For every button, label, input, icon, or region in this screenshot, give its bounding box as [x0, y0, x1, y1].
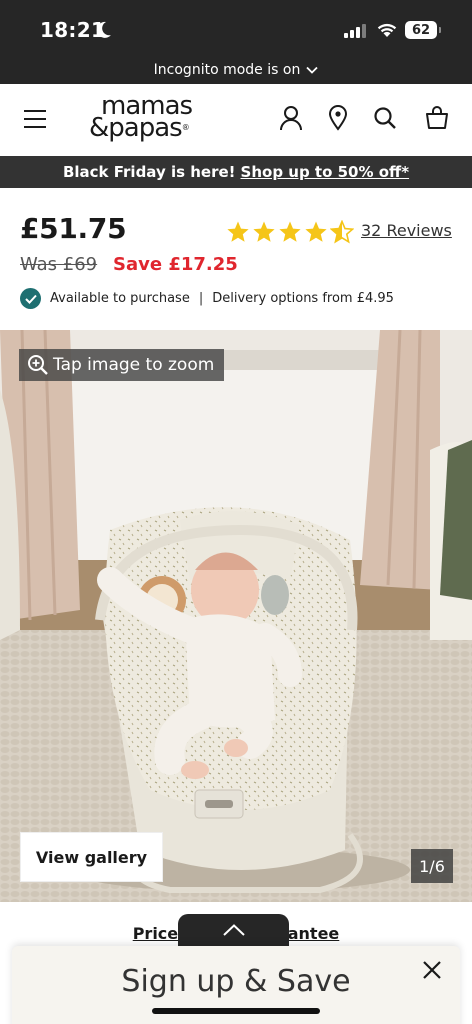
chevron-up-icon — [222, 924, 245, 936]
was-price: Was £69 — [20, 254, 98, 275]
product-price: £51.75 — [20, 212, 127, 245]
zoom-hint-label: Tap image to zoom — [53, 355, 215, 375]
half-star-icon — [330, 220, 354, 244]
baby-bouncer-photo — [0, 330, 472, 902]
promo-link[interactable]: Shop up to 50% off* — [241, 163, 410, 181]
star-icon — [279, 221, 301, 242]
star-icon — [253, 221, 275, 242]
check-circle-icon — [20, 288, 41, 309]
hamburger-menu-icon[interactable] — [24, 110, 46, 128]
divider: | — [198, 291, 204, 306]
zoom-hint[interactable]: Tap image to zoom — [19, 349, 224, 381]
availability-text: Available to purchase — [50, 291, 190, 306]
search-icon[interactable] — [371, 104, 399, 132]
view-gallery-button[interactable]: View gallery — [20, 832, 163, 882]
zoom-in-icon — [28, 355, 48, 375]
logo-line-2: &papas® — [89, 113, 190, 143]
battery-indicator: 62 — [405, 21, 441, 39]
basket-icon[interactable] — [423, 104, 451, 132]
star-icon — [305, 221, 327, 242]
site-header: mamas &papas® — [0, 84, 472, 156]
star-rating[interactable] — [226, 220, 354, 244]
product-page: 18:21 62 Incognito mode is on mamas &pap… — [0, 0, 472, 1024]
close-icon[interactable] — [420, 958, 444, 982]
chevron-down-icon — [306, 66, 318, 74]
account-icon[interactable] — [277, 104, 305, 132]
incognito-banner[interactable]: Incognito mode is on — [0, 56, 472, 84]
brand-logo[interactable]: mamas &papas® — [89, 90, 215, 150]
product-image[interactable]: Tap image to zoom View gallery 1/6 — [0, 330, 472, 902]
promo-banner: Black Friday is here! Shop up to 50% off… — [0, 156, 472, 188]
incognito-label: Incognito mode is on — [153, 62, 301, 78]
moon-icon — [96, 21, 111, 38]
reviews-link[interactable]: 32 Reviews — [361, 221, 452, 240]
promo-text: Black Friday is here! — [62, 163, 236, 181]
wifi-icon — [377, 23, 397, 37]
status-bar: 18:21 62 — [0, 0, 472, 64]
signup-title: Sign up & Save — [121, 964, 351, 999]
image-counter: 1/6 — [411, 849, 453, 883]
store-locator-icon[interactable] — [324, 104, 352, 132]
availability-row: Available to purchase | Delivery options… — [20, 288, 394, 309]
star-icon — [227, 221, 249, 242]
cellular-signal-icon — [344, 24, 366, 38]
home-indicator[interactable] — [152, 1008, 320, 1014]
delivery-text[interactable]: Delivery options from £4.95 — [212, 291, 394, 306]
save-amount: Save £17.25 — [113, 254, 238, 275]
expand-tab[interactable] — [178, 914, 289, 946]
